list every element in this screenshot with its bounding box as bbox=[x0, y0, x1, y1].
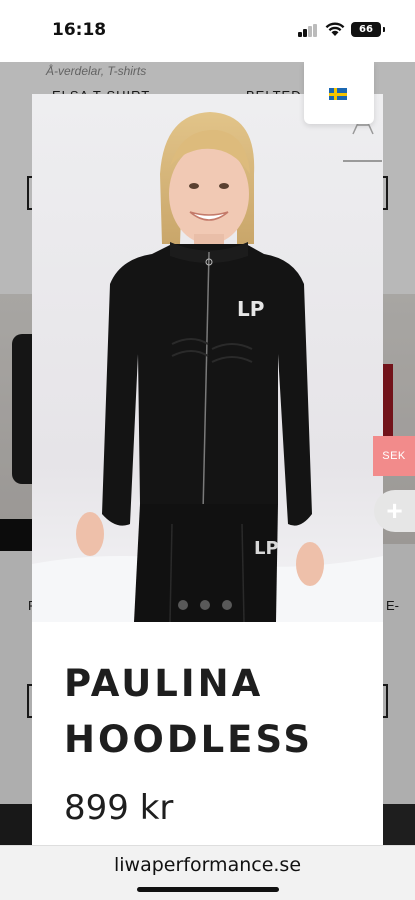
product-price: 899 kr bbox=[64, 788, 174, 828]
sweden-flag-icon bbox=[329, 88, 347, 100]
plus-icon[interactable]: + bbox=[374, 490, 415, 532]
carousel-dot-2[interactable] bbox=[200, 600, 210, 610]
browser-url-bar[interactable]: liwaperformance.se bbox=[0, 845, 415, 900]
carousel-dot-3[interactable] bbox=[222, 600, 232, 610]
home-indicator[interactable] bbox=[137, 887, 279, 892]
product-image[interactable]: LP LP bbox=[32, 94, 383, 622]
battery-indicator: 66 bbox=[351, 22, 385, 37]
svg-text:LP: LP bbox=[254, 538, 279, 559]
jacket-logo: LP bbox=[237, 297, 264, 321]
image-carousel-indicator bbox=[178, 600, 238, 614]
url-text[interactable]: liwaperformance.se bbox=[0, 854, 415, 876]
carousel-dot-1[interactable] bbox=[178, 600, 188, 610]
wifi-icon bbox=[325, 22, 345, 36]
cellular-signal-icon bbox=[298, 24, 318, 37]
language-selector[interactable] bbox=[304, 62, 374, 124]
product-title: PAULINA HOODLESS bbox=[64, 662, 314, 761]
currency-switcher[interactable]: SEK bbox=[373, 436, 415, 476]
close-underline bbox=[343, 160, 382, 162]
status-time: 16:18 bbox=[52, 20, 107, 40]
product-quickview-modal: LP LP PAULINA HOODLESS 899 kr bbox=[32, 94, 383, 845]
status-bar: 16:18 66 bbox=[0, 0, 415, 62]
